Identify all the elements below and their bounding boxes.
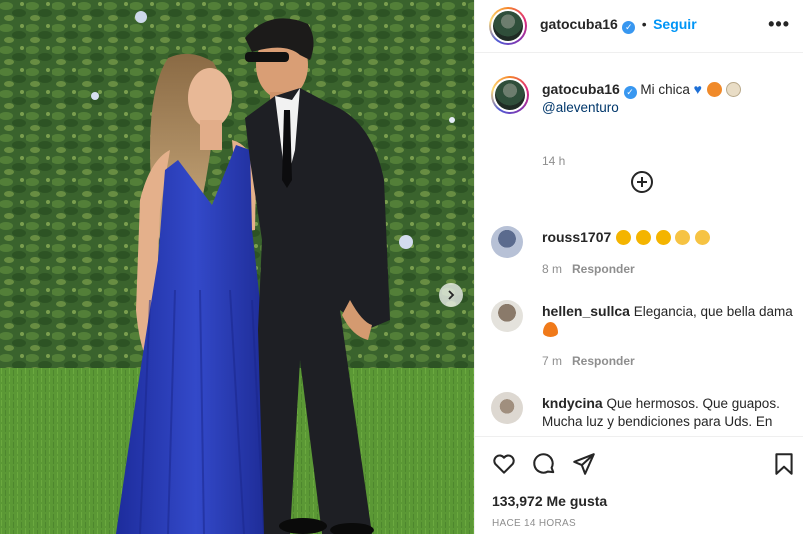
fox-emoji-icon (706, 82, 722, 97)
post-side-panel: gatocuba16 ✓ • Seguir ••• gatocuba16 ✓ M… (474, 0, 803, 534)
comment-text: Elegancia, que bella dama (633, 304, 793, 319)
comment-time: 8 m (542, 262, 563, 276)
comments-list[interactable]: gatocuba16 ✓ Mi chica ♥ @aleventuro 14 h… (475, 54, 803, 436)
post-header: gatocuba16 ✓ • Seguir ••• (475, 0, 803, 53)
bookmark-icon[interactable] (771, 451, 797, 477)
heart-eyes-emoji-icon (616, 230, 632, 245)
comment-time: 7 m (542, 354, 563, 368)
clapping-hands-emoji-icon (675, 230, 691, 245)
chevron-right-icon (448, 290, 455, 300)
comment-username[interactable]: hellen_sullca (542, 303, 630, 319)
caption: gatocuba16 ✓ Mi chica ♥ @aleventuro 14 h (491, 76, 791, 168)
author-line: gatocuba16 ✓ • Seguir (540, 16, 697, 34)
caption-text: Mi chica (640, 82, 690, 97)
comment-body: rouss1707 (542, 228, 797, 247)
commenter-avatar[interactable] (491, 226, 523, 258)
commenter-avatar[interactable] (491, 392, 523, 424)
author-username[interactable]: gatocuba16 (540, 16, 618, 32)
comment-meta: 8 m Responder (542, 262, 635, 276)
comment-item: rouss1707 8 m Responder (491, 226, 791, 286)
post-image (0, 0, 474, 534)
comment-item: hellen_sullca Elegancia, que bella dama … (491, 300, 793, 380)
caption-avatar[interactable] (491, 76, 529, 114)
comment-body: kndycina Que hermosos. Que guapos. Mucha… (542, 394, 797, 431)
verified-badge-icon: ✓ (623, 86, 637, 99)
caption-mention[interactable]: @aleventuro (542, 100, 619, 115)
verified-badge-icon: ✓ (622, 21, 636, 34)
fire-emoji-icon (543, 322, 558, 337)
comment-meta: 7 m Responder (542, 354, 635, 368)
comment-username[interactable]: kndycina (542, 395, 603, 411)
separator-dot: • (641, 16, 647, 32)
more-options-icon[interactable]: ••• (768, 14, 790, 35)
cake-emoji-icon (726, 82, 742, 97)
comment-body: hellen_sullca Elegancia, que bella dama (542, 302, 797, 339)
reply-button[interactable]: Responder (572, 262, 635, 276)
caption-username[interactable]: gatocuba16 (542, 81, 620, 97)
share-icon[interactable] (571, 451, 597, 477)
comment-item: kndycina Que hermosos. Que guapos. Mucha… (491, 392, 791, 436)
caption-body: gatocuba16 ✓ Mi chica ♥ @aleventuro (542, 80, 797, 117)
comment-username[interactable]: rouss1707 (542, 229, 611, 245)
next-photo-button[interactable] (439, 283, 463, 307)
clapping-hands-emoji-icon (695, 230, 711, 245)
heart-eyes-emoji-icon (635, 230, 651, 245)
commenter-avatar[interactable] (491, 300, 523, 332)
blue-heart-emoji-icon: ♥ (693, 81, 702, 97)
likes-count[interactable]: 133,972 Me gusta (492, 493, 607, 509)
post-time: HACE 14 HORAS (492, 518, 576, 529)
author-avatar[interactable] (489, 7, 527, 45)
comment-icon[interactable] (531, 451, 557, 477)
post-actions: 133,972 Me gusta HACE 14 HORAS (475, 436, 803, 534)
heart-eyes-emoji-icon (655, 230, 671, 245)
caption-time: 14 h (542, 154, 566, 168)
plus-circle-icon[interactable] (630, 170, 654, 194)
post-photo[interactable] (0, 0, 474, 534)
follow-button[interactable]: Seguir (653, 16, 697, 32)
reply-button[interactable]: Responder (572, 354, 635, 368)
heart-icon[interactable] (491, 451, 517, 477)
